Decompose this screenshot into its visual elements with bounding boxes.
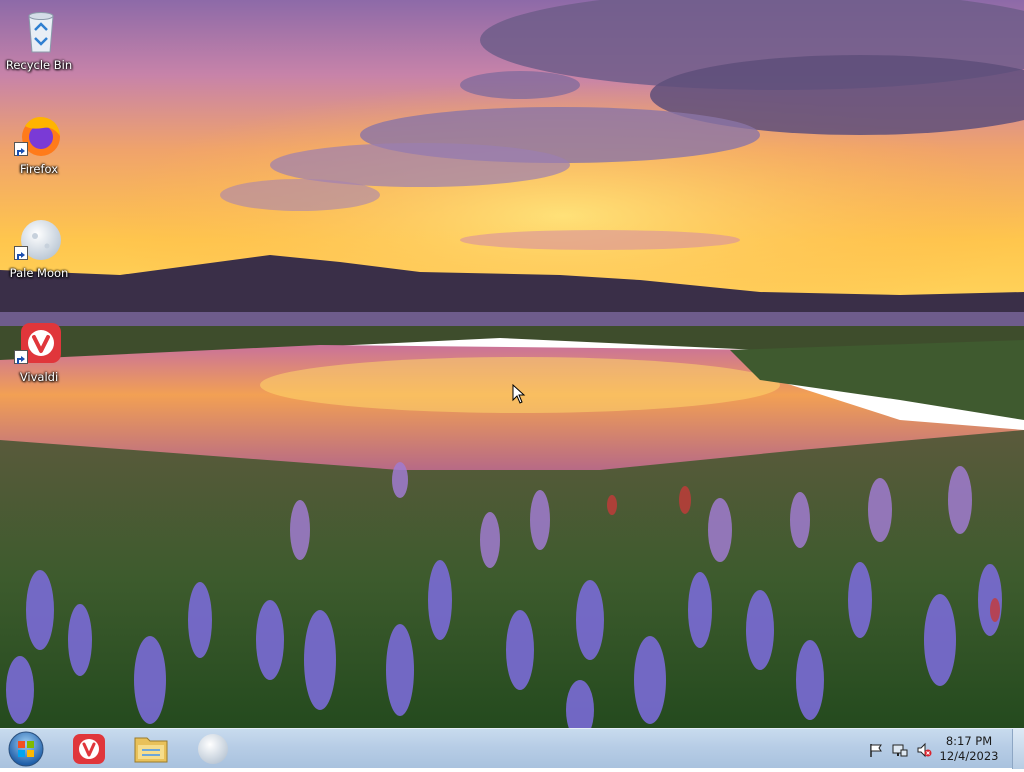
shortcut-arrow-icon (14, 246, 28, 260)
network-icon[interactable] (892, 742, 908, 758)
clock-date: 12/4/2023 (939, 749, 999, 763)
shortcut-arrow-icon (14, 142, 28, 156)
show-desktop-button[interactable] (1012, 729, 1024, 769)
volume-muted-icon[interactable] (916, 742, 932, 758)
start-button[interactable] (6, 730, 46, 768)
desktop-icon-label: Pale Moon (9, 266, 69, 280)
taskbar-app-pale-moon[interactable] (188, 731, 238, 767)
clock-time: 8:17 PM (945, 734, 993, 748)
folder-icon (134, 737, 168, 763)
windows-start-icon (8, 731, 44, 767)
desktop-icon-vivaldi[interactable]: Vivaldi (4, 314, 74, 406)
pale-moon-icon (198, 734, 228, 764)
taskbar-app-explorer[interactable] (126, 731, 176, 767)
recycle-bin-icon (19, 8, 63, 54)
shortcut-arrow-icon (14, 350, 28, 364)
desktop-icon-firefox[interactable]: Firefox (4, 106, 74, 198)
desktop-wallpaper (0, 0, 1024, 728)
taskbar-clock[interactable]: 8:17 PM 12/4/2023 (934, 734, 1004, 764)
desktop-icon-label: Recycle Bin (5, 58, 73, 72)
vivaldi-icon (73, 734, 105, 764)
mouse-cursor-icon (512, 384, 526, 404)
taskbar: 8:17 PM 12/4/2023 (0, 728, 1024, 769)
desktop-icon-recycle-bin[interactable]: Recycle Bin (4, 2, 74, 94)
desktop-icon-label: Vivaldi (19, 370, 59, 384)
taskbar-app-vivaldi[interactable] (64, 731, 114, 767)
desktop-icon-label: Firefox (19, 162, 59, 176)
desktop-icon-pale-moon[interactable]: Pale Moon (4, 210, 74, 302)
system-tray: 8:17 PM 12/4/2023 (854, 729, 1024, 769)
action-center-flag-icon[interactable] (868, 742, 884, 758)
